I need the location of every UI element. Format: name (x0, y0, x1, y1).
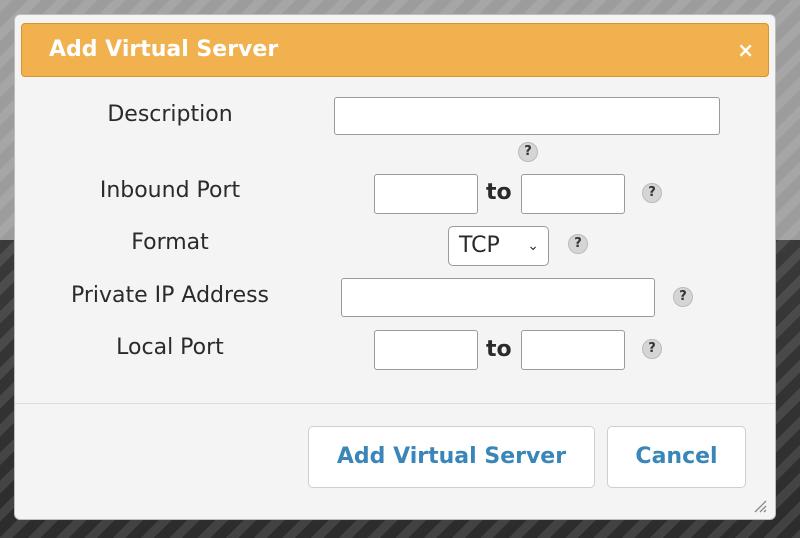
private-ip-help-icon[interactable]: ? (673, 287, 693, 307)
chevron-down-icon: ⌄ (527, 238, 539, 254)
inbound-port-from-input[interactable] (374, 174, 478, 214)
inbound-port-to-label: to (486, 180, 512, 205)
cancel-button[interactable]: Cancel (607, 426, 746, 488)
format-help-icon[interactable]: ? (568, 234, 588, 254)
format-selected-value: TCP (459, 233, 500, 258)
resize-grip-icon[interactable] (751, 497, 767, 513)
close-icon[interactable]: × (737, 24, 754, 76)
description-label: Description (107, 102, 233, 127)
local-port-label: Local Port (116, 335, 224, 360)
format-select[interactable]: TCP ⌄ (448, 226, 549, 266)
add-virtual-server-button[interactable]: Add Virtual Server (308, 426, 595, 488)
local-port-to-label: to (486, 337, 512, 362)
inbound-port-label: Inbound Port (99, 178, 241, 203)
dialog-titlebar[interactable]: Add Virtual Server × (21, 23, 769, 77)
description-input[interactable] (334, 97, 720, 135)
footer-divider (15, 403, 775, 404)
dialog-title: Add Virtual Server (49, 37, 279, 62)
local-port-from-input[interactable] (374, 330, 478, 370)
description-help-icon[interactable]: ? (518, 142, 538, 162)
add-virtual-server-dialog: Add Virtual Server × Description ? Inbou… (14, 14, 776, 520)
local-port-to-input[interactable] (521, 330, 625, 370)
local-port-help-icon[interactable]: ? (642, 339, 662, 359)
private-ip-label: Private IP Address (70, 283, 270, 308)
inbound-port-to-input[interactable] (521, 174, 625, 214)
private-ip-input[interactable] (341, 278, 655, 317)
format-label: Format (131, 230, 209, 255)
inbound-port-help-icon[interactable]: ? (642, 183, 662, 203)
